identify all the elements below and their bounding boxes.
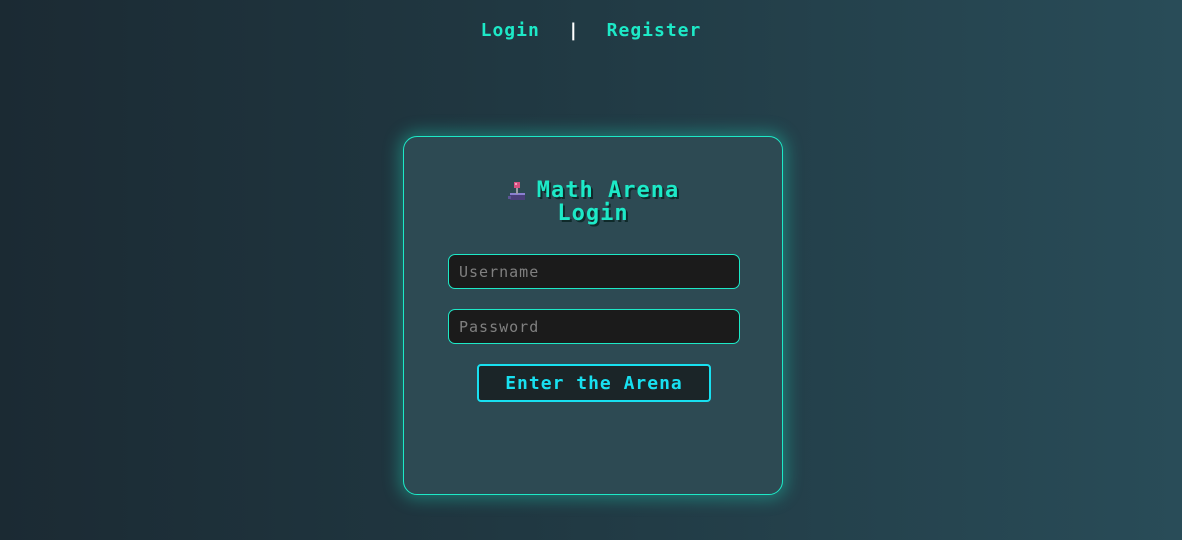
login-card: Math Arena Login Enter the Arena	[403, 136, 783, 495]
password-input[interactable]	[448, 309, 740, 344]
nav-register-link[interactable]: Register	[607, 20, 702, 41]
enter-arena-button[interactable]: Enter the Arena	[477, 364, 711, 402]
login-title-line2: Login	[557, 201, 629, 226]
login-title: Math Arena Login	[404, 179, 782, 225]
username-input[interactable]	[448, 254, 740, 289]
nav-login-link[interactable]: Login	[481, 20, 540, 41]
joystick-icon	[507, 180, 527, 202]
top-navigation: Login | Register	[0, 20, 1182, 41]
nav-separator: |	[567, 20, 579, 41]
login-title-line1: Math Arena	[536, 178, 680, 203]
